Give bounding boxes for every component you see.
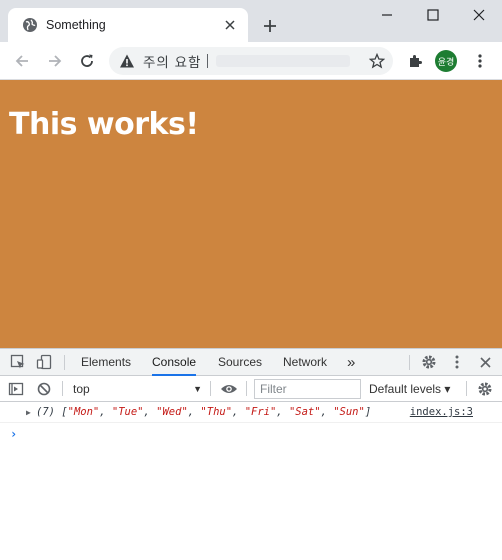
profile-avatar[interactable]: 윤경 xyxy=(435,50,457,72)
live-expression-eye-icon[interactable] xyxy=(220,380,238,398)
new-tab-icon[interactable] xyxy=(258,14,282,38)
toolbar-divider xyxy=(466,381,467,396)
browser-menu-icon[interactable] xyxy=(466,47,494,75)
array-item: "Fri" xyxy=(244,406,277,418)
forward-icon[interactable] xyxy=(41,47,69,75)
tab-console[interactable]: Console xyxy=(152,349,197,376)
console-prompt-icon[interactable]: › xyxy=(10,427,17,441)
browser-tab[interactable]: Something xyxy=(8,8,248,42)
dropdown-arrow-icon: ▼ xyxy=(193,384,202,394)
close-window-icon[interactable] xyxy=(456,0,502,30)
array-item: "Sun" xyxy=(333,406,365,418)
page-heading: This works! xyxy=(9,107,199,142)
toolbar-divider xyxy=(62,381,63,396)
globe-icon xyxy=(23,18,37,32)
sidebar-toggle-icon[interactable] xyxy=(7,380,25,398)
security-label[interactable]: 주의 요함 xyxy=(143,51,201,71)
devtools-menu-icon[interactable] xyxy=(448,353,466,371)
maximize-icon[interactable] xyxy=(410,0,456,30)
console-settings-gear-icon[interactable] xyxy=(476,380,494,398)
array-count: (7) xyxy=(36,406,55,418)
back-icon[interactable] xyxy=(8,47,36,75)
filter-input[interactable]: Filter xyxy=(254,379,361,399)
array-item: "Sat" xyxy=(288,406,321,418)
log-message: (7) ["Mon", "Tue", "Wed", "Thu", "Fri", … xyxy=(36,406,372,418)
tab-elements[interactable]: Elements xyxy=(81,349,131,376)
inspect-element-icon[interactable] xyxy=(9,353,27,371)
settings-gear-icon[interactable] xyxy=(420,353,438,371)
expand-triangle-icon[interactable]: ▶ xyxy=(26,402,31,423)
array-item: "Mon" xyxy=(67,406,100,418)
toolbar-divider xyxy=(210,381,211,396)
address-divider xyxy=(207,54,209,68)
extensions-puzzle-icon[interactable] xyxy=(401,47,429,75)
array-item: "Wed" xyxy=(156,406,188,418)
minimize-icon[interactable] xyxy=(364,0,410,30)
toolbar-divider xyxy=(409,355,410,370)
url-text xyxy=(216,55,351,67)
device-toolbar-icon[interactable] xyxy=(35,353,53,371)
console-log-row[interactable]: ▶ (7) ["Mon", "Tue", "Wed", "Thu", "Fri"… xyxy=(0,402,502,423)
console-toolbar: top ▼ Filter Default levels ▾ xyxy=(0,376,502,402)
devtools-tab-bar: Elements Console Sources Network » xyxy=(0,349,502,376)
log-source-link[interactable]: index.js:3 xyxy=(410,402,473,423)
toolbar-divider xyxy=(246,381,247,396)
toolbar-divider xyxy=(64,355,65,370)
reload-icon[interactable] xyxy=(73,47,101,75)
more-tabs-icon[interactable]: » xyxy=(347,349,355,376)
bookmark-star-icon[interactable] xyxy=(369,53,385,69)
browser-toolbar: 주의 요함 윤경 xyxy=(0,42,502,80)
array-item: "Tue" xyxy=(111,406,144,418)
tab-sources[interactable]: Sources xyxy=(218,349,262,376)
tab-network[interactable]: Network xyxy=(283,349,327,376)
context-select[interactable]: top ▼ xyxy=(68,379,204,399)
context-value: top xyxy=(73,382,90,396)
page-viewport: This works! xyxy=(0,80,502,348)
close-tab-icon[interactable] xyxy=(218,13,242,37)
clear-console-icon[interactable] xyxy=(35,380,53,398)
tab-title: Something xyxy=(46,18,106,32)
array-item: "Thu" xyxy=(200,406,233,418)
title-bar: Something xyxy=(0,0,502,42)
log-levels-dropdown[interactable]: Default levels ▾ xyxy=(369,379,450,399)
address-bar[interactable]: 주의 요함 xyxy=(109,47,393,75)
close-devtools-icon[interactable] xyxy=(476,353,494,371)
warning-icon[interactable] xyxy=(119,53,135,69)
devtools-panel: Elements Console Sources Network » top ▼ xyxy=(0,348,502,560)
